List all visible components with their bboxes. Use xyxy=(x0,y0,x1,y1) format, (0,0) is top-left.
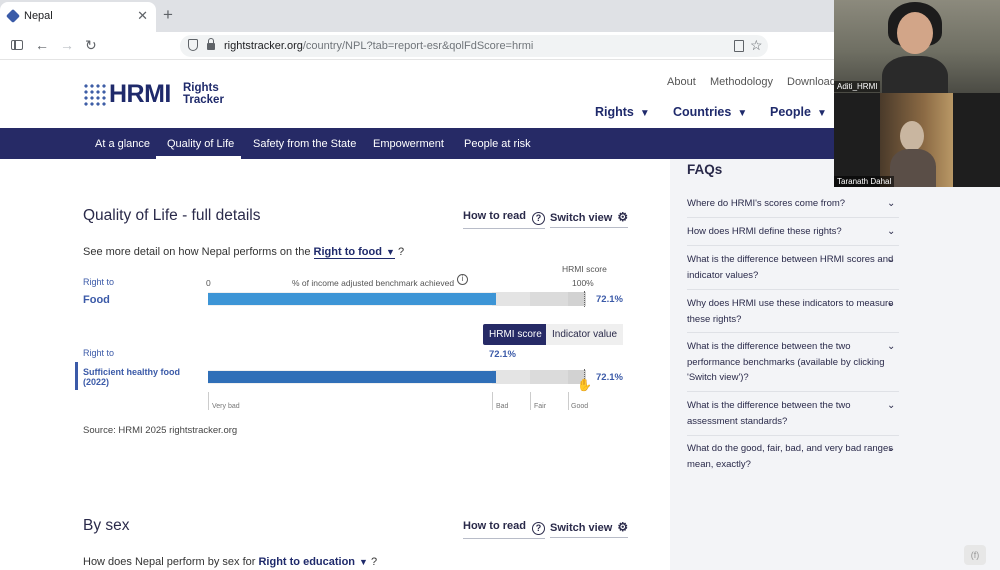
switch-view-button-2[interactable]: Switch view ⚙ xyxy=(550,520,629,538)
axis-100-label: 100% xyxy=(572,278,594,288)
tab-at-a-glance[interactable]: At a glance xyxy=(95,138,150,150)
source-note: Source: HRMI 2025 rightstracker.org xyxy=(83,425,238,436)
education-selector-dropdown[interactable]: Right to education ▼ xyxy=(258,556,367,568)
active-tab-indicator xyxy=(156,156,241,159)
chevron-down-icon: ▼ xyxy=(817,108,827,119)
chevron-down-icon[interactable]: ⌄ xyxy=(887,254,895,265)
faq-item-7[interactable]: What do the good, fair, bad, and very ba… xyxy=(687,441,899,472)
faq-item-2[interactable]: How does HRMI define these rights? xyxy=(687,224,899,240)
address-bar[interactable]: rightstracker.org/country/NPL?tab=report… xyxy=(180,35,768,57)
faq-heading: FAQs xyxy=(687,162,723,177)
right-to-label: Right to xyxy=(83,277,115,287)
link-download[interactable]: Download xyxy=(787,76,836,88)
tab-people-at-risk[interactable]: People at risk xyxy=(464,138,531,150)
chevron-down-icon[interactable]: ⌄ xyxy=(887,400,895,411)
chevron-down-icon: ▼ xyxy=(639,108,650,119)
axis-zero-label: 0 xyxy=(206,278,211,288)
tab-empowerment[interactable]: Empowerment xyxy=(373,138,444,150)
faq-item-3[interactable]: What is the difference between HRMI scor… xyxy=(687,252,899,283)
floating-action-icon[interactable]: (f) xyxy=(964,545,986,565)
range-bad: Bad xyxy=(496,403,509,410)
close-tab-icon[interactable]: ✕ xyxy=(137,8,148,24)
participant-name-1: Aditi_HRMI xyxy=(834,81,881,92)
question-circle-icon: ? xyxy=(531,212,545,225)
shield-icon[interactable] xyxy=(188,39,198,51)
faq-item-6[interactable]: What is the difference between the two a… xyxy=(687,398,899,429)
bar-sufficient-healthy-food[interactable] xyxy=(208,371,496,383)
tab-title: Nepal xyxy=(24,10,53,22)
tab-safety-from-the-state[interactable]: Safety from the State xyxy=(253,138,356,150)
favicon-icon xyxy=(5,8,21,24)
chevron-down-icon[interactable]: ⌄ xyxy=(887,341,895,352)
tab-quality-of-life[interactable]: Quality of Life xyxy=(167,138,234,150)
row-label-food[interactable]: Food xyxy=(83,294,110,306)
hrmi-score-header: HRMI score xyxy=(562,264,607,274)
bookmark-star-icon[interactable]: ☆ xyxy=(750,37,763,54)
video-tile-taranath[interactable] xyxy=(880,93,953,187)
nav-people-dropdown[interactable]: People ▼ xyxy=(770,105,827,119)
how-to-read-button[interactable]: How to read? xyxy=(463,210,545,229)
new-tab-icon[interactable]: + xyxy=(163,5,173,25)
axis-caption: % of income adjusted benchmark achieved xyxy=(292,278,455,288)
bar-food[interactable] xyxy=(208,293,496,305)
faq-item-1[interactable]: Where do HRMI's scores come from? xyxy=(687,196,899,212)
nav-countries-dropdown[interactable]: Countries ▼ xyxy=(673,105,747,119)
row-label-sufficient-healthy-food[interactable]: Sufficient healthy food (2022) xyxy=(83,367,193,387)
by-sex-question: How does Nepal perform by sex for Right … xyxy=(83,556,378,568)
score-label-sufficient-healthy-food: 72.1% xyxy=(596,372,623,383)
sidebar-toggle-icon[interactable] xyxy=(11,40,23,50)
how-to-read-button-2[interactable]: How to read? xyxy=(463,520,545,539)
lock-icon[interactable] xyxy=(207,38,215,50)
link-about[interactable]: About xyxy=(667,76,696,88)
right-selector-dropdown[interactable]: Right to food ▼ xyxy=(313,246,395,259)
reload-icon[interactable]: ↻ xyxy=(85,37,97,53)
nav-rights-dropdown[interactable]: Rights ▼ xyxy=(595,105,650,119)
browser-tab-active[interactable]: Nepal ✕ xyxy=(0,2,156,32)
gear-icon: ⚙ xyxy=(617,520,629,534)
question-circle-icon: ? xyxy=(531,522,545,535)
section-title: Quality of Life - full details xyxy=(83,207,261,224)
chevron-down-icon: ▼ xyxy=(359,557,368,567)
range-very-bad: Very bad xyxy=(212,403,240,410)
faq-item-5[interactable]: What is the difference between the two p… xyxy=(687,339,899,386)
participant-name-2: Taranath Dahal xyxy=(834,176,895,187)
gear-icon: ⚙ xyxy=(617,210,629,224)
chevron-down-icon: ▼ xyxy=(737,108,748,119)
link-methodology[interactable]: Methodology xyxy=(710,76,773,88)
range-good: Good xyxy=(571,403,589,410)
performance-question: See more detail on how Nepal performs on… xyxy=(83,246,405,259)
chevron-down-icon[interactable]: ⌄ xyxy=(887,443,895,454)
by-sex-title: By sex xyxy=(83,517,130,534)
hrmi-score-toggle[interactable]: HRMI score xyxy=(483,324,548,345)
chevron-down-icon[interactable]: ⌄ xyxy=(887,298,895,309)
url-text[interactable]: rightstracker.org/country/NPL?tab=report… xyxy=(224,40,533,52)
bar-track-sufficient-healthy-food xyxy=(208,369,586,385)
switch-view-button[interactable]: Switch view ⚙ xyxy=(550,210,629,228)
chevron-down-icon[interactable]: ⌄ xyxy=(887,226,895,237)
forward-arrow-icon[interactable]: → xyxy=(60,37,74,53)
video-tile-aditi[interactable]: Aditi_HRMI xyxy=(834,0,1000,93)
range-fair: Fair xyxy=(534,403,547,410)
chevron-down-icon: ▼ xyxy=(385,247,395,257)
bar-track-food xyxy=(208,291,586,307)
mouse-pointer-icon: ✋ xyxy=(577,378,592,392)
back-arrow-icon[interactable]: ← xyxy=(35,37,49,53)
faq-item-4[interactable]: Why does HRMI use these indicators to me… xyxy=(687,296,899,327)
hrmi-logo[interactable]: HRMI Rights Tracker xyxy=(83,80,233,110)
tooltip-value: 72.1% xyxy=(489,349,516,360)
info-icon[interactable]: i xyxy=(457,274,468,285)
selected-row-marker xyxy=(75,362,78,390)
indicator-value-toggle[interactable]: Indicator value xyxy=(546,324,624,345)
logo-dots-icon xyxy=(83,83,107,107)
score-label-food: 72.1% xyxy=(596,294,623,305)
reader-mode-icon[interactable] xyxy=(734,40,744,52)
right-to-label-2: Right to xyxy=(83,348,115,358)
chevron-down-icon[interactable]: ⌄ xyxy=(887,198,895,209)
